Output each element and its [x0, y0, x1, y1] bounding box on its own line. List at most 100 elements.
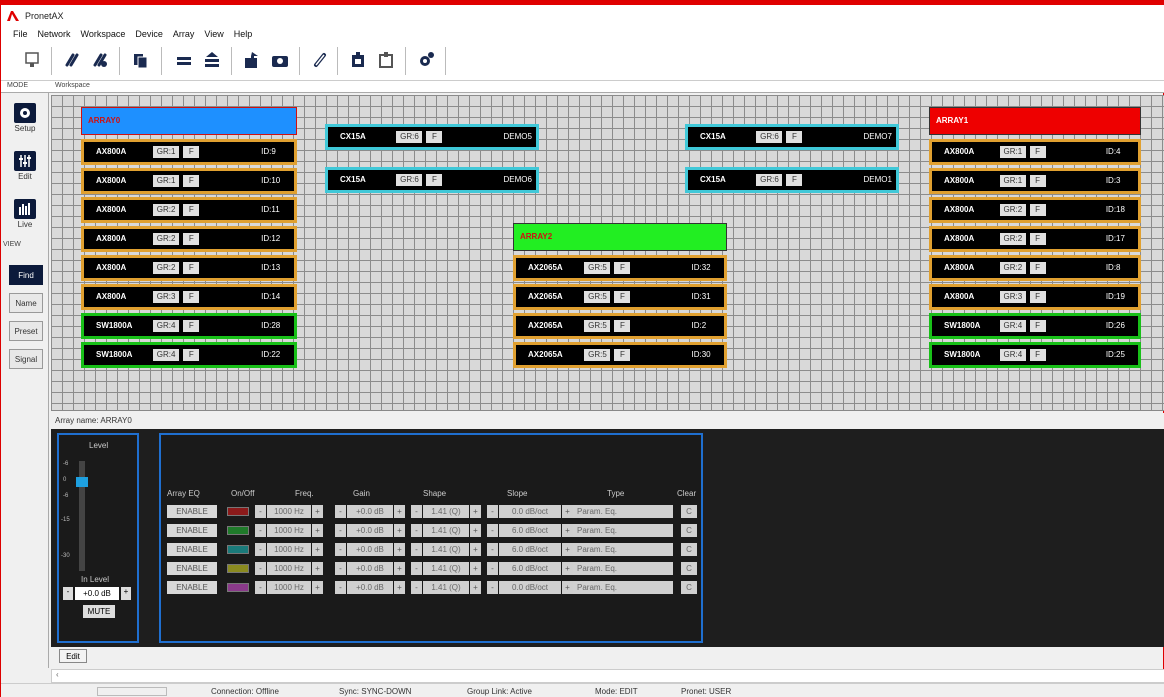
stack-up-icon[interactable] — [201, 49, 223, 71]
eq-slope-minus[interactable]: - — [487, 543, 498, 556]
device-flag[interactable]: F — [786, 131, 803, 143]
eq-shape-minus[interactable]: - — [411, 505, 422, 518]
eq-shape-field[interactable]: 1.41 (Q) — [423, 581, 469, 594]
device-group[interactable]: GR:6 — [396, 131, 423, 143]
eq-shape-plus[interactable]: + — [470, 524, 481, 537]
eq-freq-plus[interactable]: + — [312, 505, 323, 518]
device-box[interactable]: CX15A GR:6 F DEMO6 — [325, 167, 539, 193]
eq-gain-field[interactable]: +0.0 dB — [347, 543, 393, 556]
edit-button[interactable]: Edit — [7, 151, 43, 181]
device-flag[interactable]: F — [1029, 349, 1046, 361]
eq-shape-plus[interactable]: + — [470, 505, 481, 518]
device-box[interactable]: AX800A GR:1 F ID:4 — [929, 139, 1141, 165]
eq-gain-field[interactable]: +0.0 dB — [347, 581, 393, 594]
eq-freq-field[interactable]: 1000 Hz — [267, 581, 311, 594]
device-group[interactable]: GR:5 — [584, 291, 611, 303]
device-flag[interactable]: F — [1029, 291, 1046, 303]
eq-freq-plus[interactable]: + — [312, 581, 323, 594]
device-group[interactable]: GR:2 — [999, 204, 1026, 216]
workspace-grid[interactable]: ARRAY0 AX800A GR:1 F ID:9 AX800A GR:1 F ID:10 AX8… — [51, 95, 1164, 411]
eq-shape-plus[interactable]: + — [470, 562, 481, 575]
device-group[interactable]: GR:2 — [153, 204, 180, 216]
array-header[interactable]: ARRAY0 — [81, 107, 297, 135]
eq-type-select[interactable]: Param. Eq. — [573, 543, 673, 556]
device-box[interactable]: SW1800A GR:4 F ID:26 — [929, 313, 1141, 339]
eq-type-select[interactable]: Param. Eq. — [573, 562, 673, 575]
device-group[interactable]: GR:4 — [999, 349, 1026, 361]
live-button[interactable]: Live — [7, 199, 43, 229]
eq-slope-plus[interactable]: + — [562, 505, 573, 518]
menu-workspace[interactable]: Workspace — [81, 29, 126, 39]
eq-gain-plus[interactable]: + — [394, 562, 405, 575]
eq-freq-plus[interactable]: + — [312, 524, 323, 537]
device-flag[interactable]: F — [1029, 320, 1046, 332]
eq-enable-button[interactable]: ENABLE — [167, 524, 217, 537]
preset-button[interactable]: Preset — [9, 321, 43, 341]
device-group[interactable]: GR:5 — [584, 262, 611, 274]
device-group[interactable]: GR:1 — [153, 175, 180, 187]
eq-freq-minus[interactable]: - — [255, 543, 266, 556]
eq-enable-button[interactable]: ENABLE — [167, 581, 217, 594]
eq-shape-minus[interactable]: - — [411, 581, 422, 594]
device-group[interactable]: GR:4 — [999, 320, 1026, 332]
device-flag[interactable]: F — [183, 349, 200, 361]
device-flag[interactable]: F — [1029, 204, 1046, 216]
eq-shape-minus[interactable]: - — [411, 562, 422, 575]
device-box[interactable]: SW1800A GR:4 F ID:22 — [81, 342, 297, 368]
name-button[interactable]: Name — [9, 293, 43, 313]
eq-shape-field[interactable]: 1.41 (Q) — [423, 543, 469, 556]
device-box[interactable]: AX800A GR:2 F ID:17 — [929, 226, 1141, 252]
eq-freq-plus[interactable]: + — [312, 562, 323, 575]
device-group[interactable]: GR:4 — [153, 320, 180, 332]
eq-shape-field[interactable]: 1.41 (Q) — [423, 505, 469, 518]
eq-slope-plus[interactable]: + — [562, 524, 573, 537]
device-flag[interactable]: F — [426, 174, 443, 186]
device-flag[interactable]: F — [1029, 233, 1046, 245]
device-box[interactable]: AX800A GR:1 F ID:3 — [929, 168, 1141, 194]
eq-gain-field[interactable]: +0.0 dB — [347, 524, 393, 537]
device-group[interactable]: GR:5 — [584, 320, 611, 332]
device-out-icon[interactable] — [375, 49, 397, 71]
in-level-value[interactable]: +0.0 dB — [75, 587, 119, 600]
copy-icon[interactable] — [129, 49, 151, 71]
device-box[interactable]: SW1800A GR:4 F ID:28 — [81, 313, 297, 339]
eq-gain-plus[interactable]: + — [394, 581, 405, 594]
device-group[interactable]: GR:3 — [999, 291, 1026, 303]
scroll-left-icon[interactable]: ‹ — [56, 670, 59, 679]
device-box[interactable]: AX800A GR:2 F ID:11 — [81, 197, 297, 223]
in-level-plus[interactable]: + — [121, 587, 131, 600]
eq-gain-field[interactable]: +0.0 dB — [347, 505, 393, 518]
device-flag[interactable]: F — [614, 349, 631, 361]
device-flag[interactable]: F — [614, 262, 631, 274]
eq-slope-field[interactable]: 6.0 dB/oct — [499, 543, 561, 556]
eq-shape-minus[interactable]: - — [411, 543, 422, 556]
signal-button[interactable]: Signal — [9, 349, 43, 369]
eq-freq-minus[interactable]: - — [255, 524, 266, 537]
eq-slope-minus[interactable]: - — [487, 505, 498, 518]
device-group[interactable]: GR:1 — [153, 146, 180, 158]
eq-type-select[interactable]: Param. Eq. — [573, 581, 673, 594]
device-box[interactable]: AX2065A GR:5 F ID:30 — [513, 342, 727, 368]
eq-slope-plus[interactable]: + — [562, 581, 573, 594]
device-group[interactable]: GR:1 — [999, 175, 1026, 187]
eq-freq-minus[interactable]: - — [255, 562, 266, 575]
link-icon[interactable] — [61, 49, 83, 71]
device-group[interactable]: GR:6 — [396, 174, 423, 186]
device-group[interactable]: GR:6 — [756, 131, 783, 143]
export-icon[interactable] — [241, 49, 263, 71]
device-flag[interactable]: F — [786, 174, 803, 186]
device-box[interactable]: AX2065A GR:5 F ID:31 — [513, 284, 727, 310]
device-group[interactable]: GR:1 — [999, 146, 1026, 158]
eq-clear-button[interactable]: C — [681, 524, 697, 537]
menu-array[interactable]: Array — [173, 29, 195, 39]
eq-gain-minus[interactable]: - — [335, 562, 346, 575]
eq-gain-minus[interactable]: - — [335, 543, 346, 556]
eq-freq-field[interactable]: 1000 Hz — [267, 562, 311, 575]
menu-network[interactable]: Network — [38, 29, 71, 39]
in-level-minus[interactable]: - — [63, 587, 73, 600]
menu-file[interactable]: File — [13, 29, 28, 39]
device-box[interactable]: CX15A GR:6 F DEMO5 — [325, 124, 539, 150]
network-icon[interactable] — [21, 49, 43, 71]
eq-enable-button[interactable]: ENABLE — [167, 505, 217, 518]
device-box[interactable]: AX800A GR:2 F ID:13 — [81, 255, 297, 281]
